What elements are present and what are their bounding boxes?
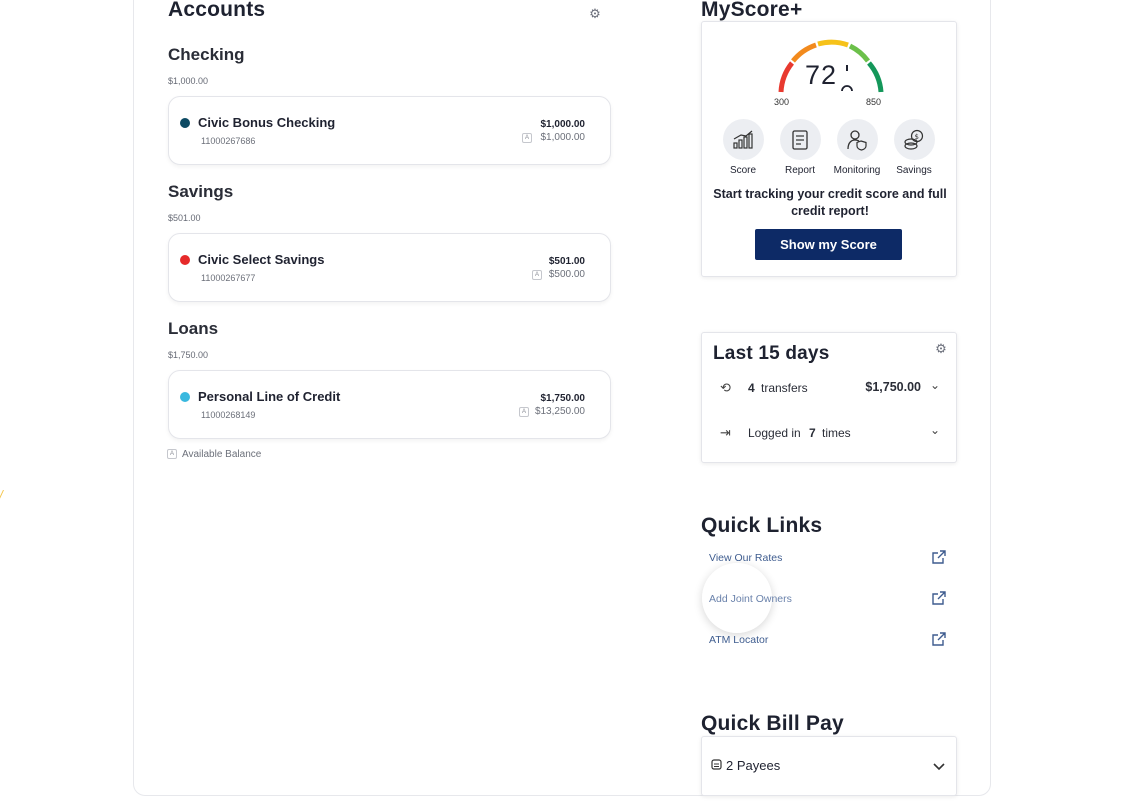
logins-prefix: Logged in: [748, 426, 801, 440]
account-balance: $501.00: [548, 256, 585, 267]
group-total-savings: $501.00: [168, 213, 201, 223]
account-number: 11000267677: [201, 273, 256, 283]
login-icon: ⇥: [720, 425, 731, 440]
credit-score-value: 72: [805, 60, 838, 90]
feature-label: Report: [784, 165, 815, 176]
account-available-balance: $1,000.00: [540, 132, 586, 143]
account-balance: $1,000.00: [540, 119, 586, 130]
account-name: Personal Line of Credit: [198, 389, 341, 404]
feature-savings[interactable]: $ Savings: [884, 119, 944, 176]
show-my-score-button[interactable]: Show my Score: [755, 229, 902, 260]
external-link-icon[interactable]: [932, 632, 946, 646]
payees-dropdown[interactable]: 2 Payees: [701, 736, 957, 796]
account-card-savings[interactable]: Civic Select Savings 11000267677 $501.00…: [168, 233, 611, 302]
link-add-joint-owners[interactable]: Add Joint Owners: [709, 593, 792, 605]
available-badge: A: [167, 449, 177, 460]
report-icon: [779, 119, 821, 160]
transfer-icon: ⟲: [720, 380, 731, 395]
link-view-our-rates[interactable]: View Our Rates: [709, 552, 782, 564]
quick-links-title: Quick Links: [701, 514, 823, 537]
feature-label: Score: [729, 165, 757, 176]
quick-bill-pay-title: Quick Bill Pay: [701, 712, 844, 735]
myscore-panel: 72 300 850 Score Report Monitoring $ Sav…: [701, 21, 957, 277]
payees-label: 2 Payees: [726, 758, 781, 773]
gauge-min-label: 300: [774, 97, 790, 107]
accounts-settings-icon[interactable]: ⚙: [588, 7, 602, 21]
link-atm-locator[interactable]: ATM Locator: [709, 634, 768, 646]
feature-label: Savings: [896, 165, 932, 176]
activity-settings-icon[interactable]: ⚙: [934, 342, 948, 356]
group-total-checking: $1,000.00: [168, 76, 209, 86]
myscore-title: MyScore+: [701, 0, 803, 21]
credit-cta-text: Start tracking your credit score and ful…: [713, 187, 947, 218]
chevron-down-icon: [933, 763, 945, 771]
logins-row[interactable]: ⇥ Logged in 7 times ⌄: [702, 423, 958, 445]
available-badge: A: [519, 407, 529, 417]
group-title-savings: Savings: [168, 182, 234, 201]
available-balance-legend: A Available Balance: [167, 449, 261, 460]
decorative-line: [0, 490, 17, 520]
transfers-count: 4: [748, 381, 755, 395]
coins-icon: $: [893, 119, 935, 160]
account-balance: $1,750.00: [540, 393, 586, 404]
available-badge: A: [522, 133, 532, 143]
account-name: Civic Bonus Checking: [198, 115, 336, 130]
account-number: 11000268149: [201, 410, 256, 420]
feature-score[interactable]: Score: [713, 119, 773, 176]
transfers-row[interactable]: ⟲ 4 transfers $1,750.00 ⌄: [702, 378, 958, 400]
transfers-amount: $1,750.00: [865, 380, 921, 394]
chevron-down-icon: ⌄: [929, 423, 940, 437]
group-title-checking: Checking: [168, 45, 245, 64]
account-number: 11000267686: [201, 136, 256, 146]
feature-report[interactable]: Report: [770, 119, 830, 176]
account-color-dot: [180, 255, 190, 265]
accounts-title: Accounts: [168, 0, 266, 21]
external-link-icon[interactable]: [932, 550, 946, 564]
legend-label: Available Balance: [182, 449, 262, 460]
account-color-dot: [180, 118, 190, 128]
feature-monitoring[interactable]: Monitoring: [827, 119, 887, 176]
available-badge: A: [532, 270, 542, 280]
bar-chart-icon: [722, 119, 764, 160]
gauge-max-label: 850: [866, 97, 882, 107]
user-shield-icon: [836, 119, 878, 160]
svg-text:$: $: [915, 133, 919, 141]
group-total-loans: $1,750.00: [168, 350, 209, 360]
account-available-balance: $500.00: [548, 269, 585, 280]
chevron-down-icon: ⌄: [929, 378, 940, 392]
last-15-days-panel: Last 15 days ⚙ ⟲ 4 transfers $1,750.00 ⌄…: [701, 332, 957, 463]
logins-count: 7: [809, 426, 816, 440]
account-card-loans[interactable]: Personal Line of Credit 11000268149 $1,7…: [168, 370, 611, 439]
last-15-days-title: Last 15 days: [713, 343, 830, 364]
account-card-checking[interactable]: Civic Bonus Checking 11000267686 $1,000.…: [168, 96, 611, 165]
payee-icon: [711, 759, 722, 770]
group-title-loans: Loans: [168, 319, 219, 338]
feature-label: Monitoring: [833, 165, 881, 176]
loading-spinner-icon: [841, 65, 853, 92]
account-name: Civic Select Savings: [198, 252, 325, 267]
account-color-dot: [180, 392, 190, 402]
external-link-icon[interactable]: [932, 591, 946, 605]
account-available-balance: $13,250.00: [534, 406, 585, 417]
logins-suffix: times: [822, 426, 851, 440]
transfers-label: transfers: [761, 381, 808, 395]
